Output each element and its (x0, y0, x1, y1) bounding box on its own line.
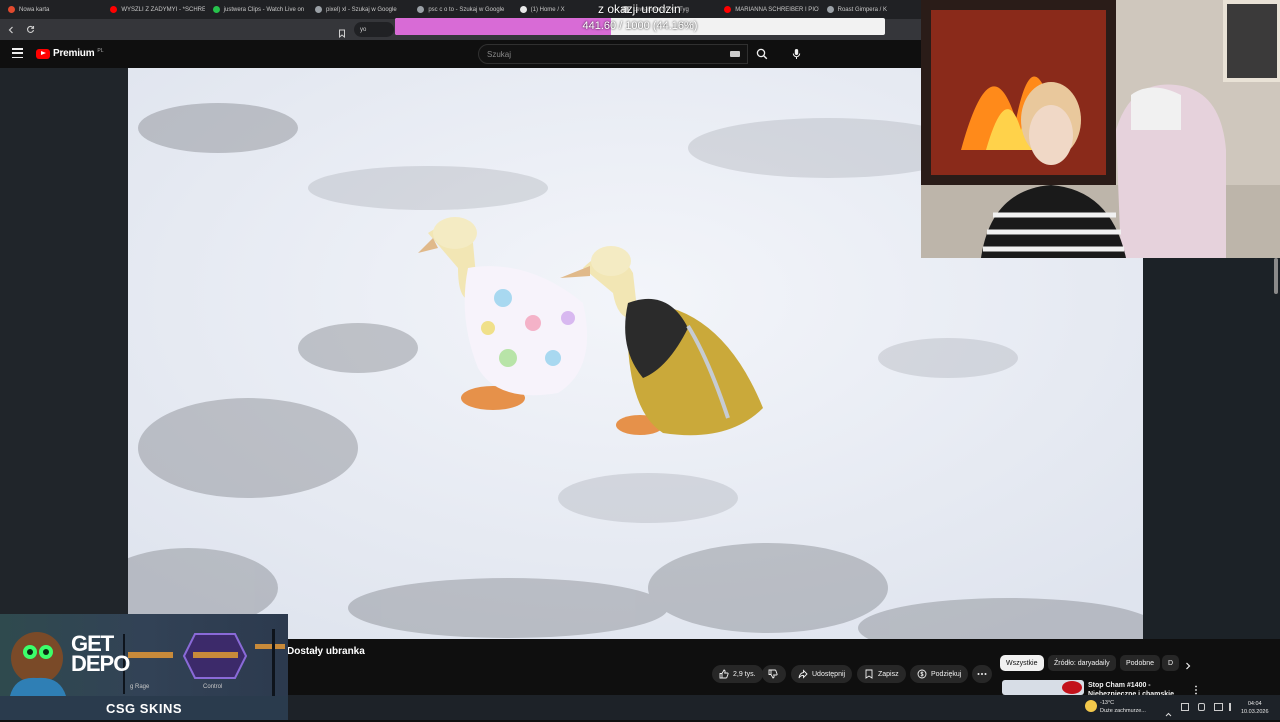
tab-favicon-icon (519, 6, 527, 13)
thumbs-down-icon (768, 669, 778, 679)
donation-goal-progress: 441.60 / 1000 (44.16%) (582, 20, 698, 32)
more-vertical-icon (1195, 685, 1197, 695)
chips-next-button[interactable] (1183, 658, 1193, 676)
right-background (1143, 258, 1280, 639)
clock[interactable]: 04:04 10.03.2026 (1241, 700, 1269, 716)
like-count: 2,9 tys. (733, 670, 756, 678)
sponsor-brand: CSG SKINS (105, 701, 182, 716)
reload-button[interactable] (22, 22, 38, 38)
weather-temp: -13°C (1100, 700, 1115, 706)
tab-favicon-icon (826, 6, 834, 13)
youtube-play-icon (36, 48, 50, 59)
browser-tab-strip: Nowa karta WYSZLI Z ZADYMYI - *SCHREI just… (0, 0, 921, 19)
more-actions-button[interactable] (972, 665, 992, 683)
browser-tab[interactable]: pixel) xl - Szukaj w Google (307, 0, 409, 19)
sponsor-headline: GET DEPO (71, 631, 130, 676)
tray-chevron-icon[interactable] (1165, 704, 1172, 722)
save-label: Zapisz (878, 670, 899, 678)
browser-tab[interactable]: Nowa karta (0, 0, 102, 19)
chip-related[interactable]: Podobne (1120, 655, 1161, 671)
thumbs-up-icon (719, 669, 729, 679)
tab-favicon-icon (110, 6, 118, 13)
chip-more[interactable]: D (1162, 655, 1180, 671)
youtube-region: PL (97, 48, 104, 54)
address-bar[interactable]: yo (354, 22, 394, 37)
share-icon (798, 669, 808, 679)
windows-taskbar: -13°C Duże zachmurze... 04:04 10.03.2026 (288, 695, 1280, 720)
dislike-button[interactable] (762, 665, 786, 683)
share-label: Udostępnij (812, 670, 846, 678)
mic-icon (792, 49, 800, 59)
search-button[interactable] (748, 44, 775, 64)
browser-tab[interactable]: WYSZLI Z ZADYMYI - *SCHREI (102, 0, 205, 19)
left-background (0, 68, 128, 614)
chevron-right-icon (1186, 662, 1191, 670)
search-placeholder: Szukaj (487, 50, 512, 59)
tab-title: pixel) xl - Szukaj w Google (325, 6, 397, 13)
keyboard-icon[interactable] (730, 51, 740, 57)
youtube-header (0, 40, 921, 68)
search-input[interactable]: Szukaj (478, 44, 748, 64)
tab-favicon-icon (417, 6, 425, 13)
search-icon (756, 48, 767, 60)
browser-tab[interactable]: MARIANNA SCHREIBER I PIOTR (716, 0, 819, 19)
tab-title: WYSZLI Z ZADYMYI - *SCHREI (121, 6, 205, 13)
thanks-button[interactable]: Podziękuj (910, 665, 969, 683)
share-button[interactable]: Udostępnij (791, 665, 853, 683)
battery-icon[interactable] (1198, 703, 1205, 711)
network-icon[interactable] (1181, 703, 1189, 711)
save-icon (865, 669, 873, 679)
donation-goal-title: z okazji urodzin (598, 2, 681, 16)
sponsor-banner: GET DEPO g Rage Control CSG SKINS (0, 614, 288, 720)
browser-tab[interactable]: justwera Clips - Watch Live on (205, 0, 307, 19)
voice-search-button[interactable] (787, 45, 805, 63)
chip-all[interactable]: Wszystkie (1000, 655, 1044, 671)
thanks-label: Podziękuj (931, 670, 962, 678)
clock-time: 04:04 (1247, 701, 1262, 707)
back-button[interactable] (3, 22, 19, 38)
tab-favicon-icon (724, 6, 732, 13)
tab-favicon-icon (8, 6, 15, 13)
tab-favicon-icon (314, 6, 322, 13)
dollar-icon (917, 669, 927, 679)
tab-title: (1) Home / X (530, 6, 565, 13)
recommended-thumbnail[interactable] (1002, 680, 1084, 695)
youtube-logo[interactable]: Premium PL (36, 48, 104, 59)
page-scrollbar[interactable] (1274, 258, 1278, 294)
sponsor-item-2: Control (203, 684, 223, 690)
weather-widget[interactable]: -13°C Duże zachmurze... (1100, 699, 1146, 715)
tab-title: Roast Gimpera / K (837, 6, 887, 13)
tab-title: MARIANNA SCHREIBER I PIOTR (735, 6, 819, 13)
more-icon (977, 673, 987, 675)
tab-title: justwera Clips - Watch Live on (223, 6, 305, 13)
clock-date: 10.03.2026 (1241, 709, 1269, 715)
browser-tab[interactable]: psc c o to - Szukaj w Google (409, 0, 511, 19)
display-icon[interactable] (1214, 703, 1223, 711)
bookmark-icon[interactable] (338, 25, 348, 38)
recommended-title[interactable]: Stop Cham #1400 - Niebezpieczne i chamsk… (1088, 681, 1174, 695)
weather-icon (1085, 700, 1097, 712)
save-button[interactable]: Zapisz (857, 665, 906, 683)
youtube-brand: Premium (53, 48, 95, 59)
weather-desc: Duże zachmurze... (1100, 708, 1146, 714)
hamburger-icon[interactable] (12, 48, 23, 58)
arrow-left-icon (8, 26, 13, 33)
tab-favicon-icon (212, 6, 220, 13)
webcam-overlay (921, 0, 1280, 258)
tab-title: Nowa karta (19, 6, 50, 13)
chip-source[interactable]: Źródło: daryadaily (1048, 655, 1116, 671)
sponsor-item-1: g Rage (130, 684, 150, 690)
volume-icon[interactable] (1229, 703, 1237, 711)
video-title: Dostały ubranka (287, 646, 365, 657)
recommended-title-line1: Stop Cham #1400 - (1088, 682, 1151, 689)
like-button[interactable]: 2,9 tys. (712, 665, 763, 683)
url-text: yo (360, 26, 367, 33)
reload-icon (26, 25, 34, 33)
donation-goal-bar: 441.60 / 1000 (44.16%) (395, 18, 885, 35)
browser-tab[interactable]: Roast Gimpera / K (819, 0, 921, 19)
tab-title: psc c o to - Szukaj w Google (428, 6, 505, 13)
